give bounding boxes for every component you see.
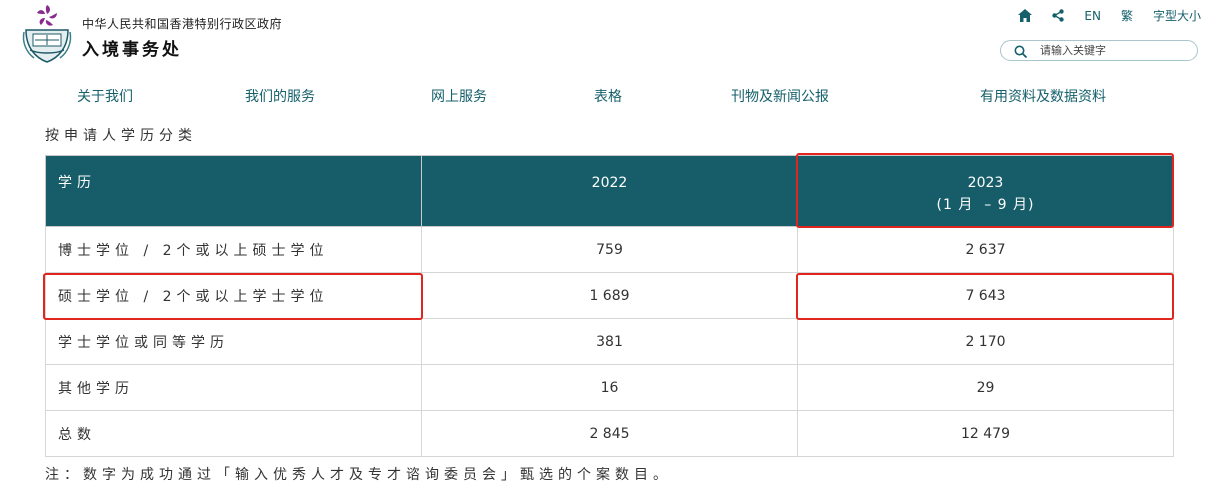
table-row: 学士学位或同等学历 381 2 170 (45, 318, 1174, 365)
table-row: 其他学历 16 29 (45, 364, 1174, 411)
font-size-link[interactable]: 字型大小 (1153, 7, 1201, 24)
header-2023-year: 2023 (967, 175, 1004, 191)
header-2023: 2023 (1 月 – 9 月) (797, 155, 1174, 227)
government-name: 中华人民共和国香港特别行政区政府 (82, 17, 283, 31)
top-utility-links: EN 繁 字型大小 (1018, 7, 1201, 24)
share-icon[interactable] (1052, 9, 1065, 22)
cell-2023: 2 637 (797, 226, 1174, 273)
table-header-row: 学历 2022 2023 (1 月 – 9 月) (45, 155, 1174, 227)
nav-our-services[interactable]: 我们的服务 (245, 86, 315, 106)
table-row: 硕士学位 / 2个或以上学士学位 1 689 7 643 (45, 272, 1174, 319)
cell-2023: 2 170 (797, 318, 1174, 365)
main-navigation: 关于我们 我们的服务 网上服务 表格 刊物及新闻公报 有用资料及数据资料 (0, 86, 1223, 106)
nav-publications-press-releases[interactable]: 刊物及新闻公报 (731, 86, 829, 106)
table-caption: 按申请人学历分类 (45, 128, 197, 144)
cell-2023: 7 643 (797, 272, 1174, 319)
cell-2022: 1 689 (421, 272, 798, 319)
cell-2023: 29 (797, 364, 1174, 411)
row-label: 学士学位或同等学历 (45, 318, 422, 365)
search-box (1000, 40, 1198, 61)
nav-online-services[interactable]: 网上服务 (431, 86, 487, 106)
cell-2022: 2 845 (421, 410, 798, 457)
english-language-link[interactable]: EN (1084, 9, 1101, 23)
row-label: 总数 (45, 410, 422, 457)
table-row: 博士学位 / 2个或以上硕士学位 759 2 637 (45, 226, 1174, 273)
header-education: 学历 (45, 155, 422, 227)
traditional-chinese-link[interactable]: 繁 (1121, 7, 1133, 24)
cell-2022: 16 (421, 364, 798, 411)
header-2023-period: (1 月 – 9 月) (936, 197, 1035, 213)
nav-about-us[interactable]: 关于我们 (77, 86, 133, 106)
search-icon[interactable] (1014, 44, 1028, 58)
nav-useful-information-statistics[interactable]: 有用资料及数据资料 (980, 86, 1106, 106)
search-input[interactable] (1040, 44, 1190, 57)
table-row-total: 总数 2 845 12 479 (45, 410, 1174, 457)
row-label: 硕士学位 / 2个或以上学士学位 (45, 272, 422, 319)
applicants-by-education-table: 学历 2022 2023 (1 月 – 9 月) 博士学位 / 2个或以上硕士学… (45, 155, 1174, 457)
header-2022: 2022 (421, 155, 798, 227)
cell-2023: 12 479 (797, 410, 1174, 457)
row-label: 博士学位 / 2个或以上硕士学位 (45, 226, 422, 273)
footnote: 注：数字为成功通过「输入优秀人才及专才谘询委员会」甄选的个案数目。 (45, 467, 672, 483)
row-label: 其他学历 (45, 364, 422, 411)
department-name[interactable]: 入境事务处 (82, 35, 182, 60)
cell-2022: 381 (421, 318, 798, 365)
nav-forms[interactable]: 表格 (594, 86, 622, 106)
hk-immigration-emblem-icon[interactable] (20, 4, 74, 64)
home-icon[interactable] (1018, 9, 1033, 22)
cell-2022: 759 (421, 226, 798, 273)
